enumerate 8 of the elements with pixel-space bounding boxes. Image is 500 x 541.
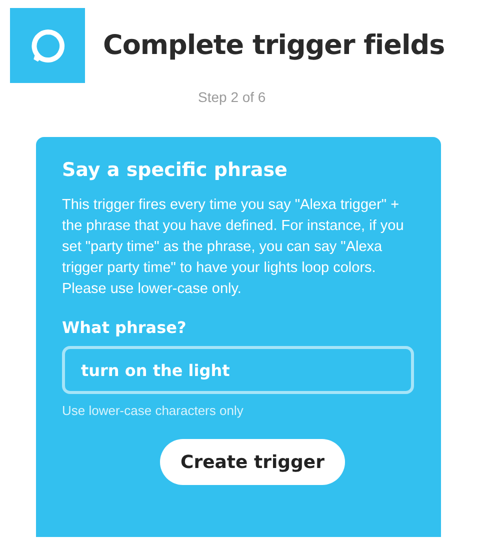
step-indicator: Step 2 of 6: [198, 89, 267, 105]
field-hint: Use lower-case characters only: [62, 403, 244, 418]
card-description: This trigger fires every time you say "Alexa trigger" + the phrase that you have defined. For instance, if you set "party time" as the phrase, you can say "Alexa trigger party time" to have your lights loop colors. Please use lower-case only.: [62, 196, 405, 299]
create-trigger-button[interactable]: Create trigger: [160, 439, 345, 485]
page-title: Complete trigger fields: [103, 30, 445, 61]
app-logo-icon: [10, 8, 85, 83]
card-heading: Say a specific phrase: [62, 159, 288, 181]
field-label: What phrase?: [62, 318, 188, 337]
